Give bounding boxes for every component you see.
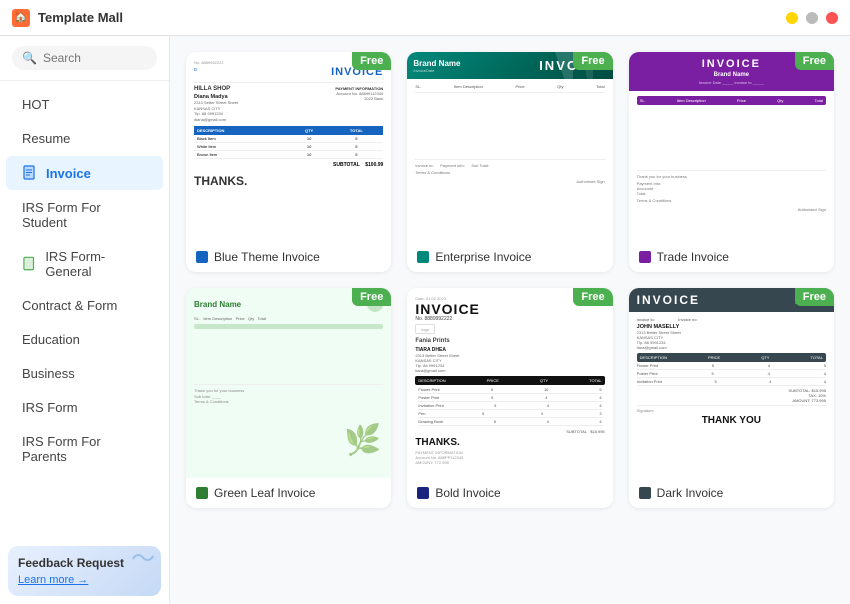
- irs-general-label: IRS Form-General: [45, 249, 147, 279]
- sidebar-item-business[interactable]: Business: [6, 357, 163, 390]
- template-footer-dark: Dark Invoice: [629, 478, 834, 508]
- template-card-trade[interactable]: INVOICE Brand Name Invoice Date _____ In…: [629, 52, 834, 272]
- sidebar-item-contract[interactable]: Contract & Form: [6, 289, 163, 322]
- trade-template-name: Trade Invoice: [657, 250, 729, 264]
- template-footer-bold: Bold Invoice: [407, 478, 612, 508]
- irs-general-icon: [22, 256, 37, 272]
- feedback-swirl: 〜: [131, 546, 155, 574]
- education-label: Education: [22, 332, 80, 347]
- trade-type-icon: [639, 251, 651, 263]
- app-title: Template Mall: [38, 10, 123, 25]
- app-icon: 🏠: [12, 9, 30, 27]
- free-badge-leaf: Free: [352, 288, 391, 306]
- bold-template-name: Bold Invoice: [435, 486, 500, 500]
- business-label: Business: [22, 366, 75, 381]
- title-bar-left: 🏠 Template Mall: [12, 9, 123, 27]
- dark-type-icon: [639, 487, 651, 499]
- search-input[interactable]: [43, 51, 147, 65]
- search-wrap[interactable]: 🔍: [12, 46, 157, 70]
- sidebar-item-irs-parents[interactable]: IRS Form For Parents: [6, 425, 163, 473]
- content-area: No. 8889992222 D Free INVOICE HILLA S: [170, 36, 850, 604]
- blue-invoice-preview: No. 8889992222 D Free INVOICE HILLA S: [186, 52, 391, 242]
- contract-label: Contract & Form: [22, 298, 117, 313]
- free-badge-blue: Free: [352, 52, 391, 70]
- template-card-dark[interactable]: INVOICE Date: 10/01/9999Date: 10/01/9999…: [629, 288, 834, 508]
- template-preview-bold: Date: 01.02.2023 INVOICE No. 8889992222 …: [407, 288, 612, 478]
- irs-student-label: IRS Form For Student: [22, 200, 147, 230]
- dark-template-name: Dark Invoice: [657, 486, 724, 500]
- template-footer-leaf: Green Leaf Invoice: [186, 478, 391, 508]
- leaf-type-icon: [196, 487, 208, 499]
- feedback-banner: Feedback Request Learn more → 〜: [8, 546, 161, 596]
- template-preview-dark: INVOICE Date: 10/01/9999Date: 10/01/9999…: [629, 288, 834, 478]
- feedback-link[interactable]: Learn more →: [18, 574, 151, 586]
- template-preview-blue: No. 8889992222 D Free INVOICE HILLA S: [186, 52, 391, 242]
- sidebar-item-irs-general[interactable]: IRS Form-General: [6, 240, 163, 288]
- title-bar: 🏠 Template Mall: [0, 0, 850, 36]
- template-grid: No. 8889992222 D Free INVOICE HILLA S: [186, 52, 834, 508]
- minimize-button[interactable]: [786, 12, 798, 24]
- bold-preview: Date: 01.02.2023 INVOICE No. 8889992222 …: [407, 288, 612, 478]
- search-icon: 🔍: [22, 51, 37, 65]
- leaf-preview: Brand Name SL. Item Description Price Qt…: [186, 288, 391, 478]
- template-footer-blue: Blue Theme Invoice: [186, 242, 391, 272]
- title-bar-controls: [786, 12, 838, 24]
- template-preview-leaf: Brand Name SL. Item Description Price Qt…: [186, 288, 391, 478]
- feedback-link-text: Learn more →: [18, 574, 88, 586]
- bold-type-icon: [417, 487, 429, 499]
- template-card-blue[interactable]: No. 8889992222 D Free INVOICE HILLA S: [186, 52, 391, 272]
- irs-parents-label: IRS Form For Parents: [22, 434, 147, 464]
- sidebar-item-irs-student[interactable]: IRS Form For Student: [6, 191, 163, 239]
- trade-preview: INVOICE Brand Name Invoice Date _____ In…: [629, 52, 834, 242]
- resume-label: Resume: [22, 131, 70, 146]
- sidebar-item-education[interactable]: Education: [6, 323, 163, 356]
- free-badge-trade: Free: [795, 52, 834, 70]
- enterprise-preview: Brand Name InvoiceDate INVOICE SL.It: [407, 52, 612, 242]
- enterprise-template-name: Enterprise Invoice: [435, 250, 531, 264]
- sidebar-item-invoice[interactable]: Invoice: [6, 156, 163, 190]
- template-card-enterprise[interactable]: Brand Name InvoiceDate INVOICE SL.It: [407, 52, 612, 272]
- template-preview-enterprise: Brand Name InvoiceDate INVOICE SL.It: [407, 52, 612, 242]
- sidebar-item-resume[interactable]: Resume: [6, 122, 163, 155]
- enterprise-type-icon: [417, 251, 429, 263]
- irs-form-label: IRS Form: [22, 400, 78, 415]
- blue-template-name: Blue Theme Invoice: [214, 250, 320, 264]
- invoice-icon: [22, 165, 38, 181]
- free-badge-dark: Free: [795, 288, 834, 306]
- sidebar-item-irs-form[interactable]: IRS Form: [6, 391, 163, 424]
- nav-list: HOT Resume Invoice IRS Form For Student: [0, 81, 169, 480]
- template-card-bold[interactable]: Date: 01.02.2023 INVOICE No. 8889992222 …: [407, 288, 612, 508]
- sidebar: 🔍 HOT Resume Invoice: [0, 36, 170, 604]
- dark-preview: INVOICE Date: 10/01/9999Date: 10/01/9999…: [629, 288, 834, 478]
- main-content: 🔍 HOT Resume Invoice: [0, 36, 850, 604]
- leaf-template-name: Green Leaf Invoice: [214, 486, 315, 500]
- template-card-leaf[interactable]: Brand Name SL. Item Description Price Qt…: [186, 288, 391, 508]
- close-button[interactable]: [826, 12, 838, 24]
- free-badge-bold: Free: [573, 288, 612, 306]
- hot-label: HOT: [22, 97, 49, 112]
- free-badge-enterprise: Free: [573, 52, 612, 70]
- sidebar-item-hot[interactable]: HOT: [6, 88, 163, 121]
- search-bar: 🔍: [0, 36, 169, 81]
- template-footer-enterprise: Enterprise Invoice: [407, 242, 612, 272]
- maximize-button[interactable]: [806, 12, 818, 24]
- template-preview-trade: INVOICE Brand Name Invoice Date _____ In…: [629, 52, 834, 242]
- template-footer-trade: Trade Invoice: [629, 242, 834, 272]
- invoice-label: Invoice: [46, 166, 91, 181]
- blue-type-icon: [196, 251, 208, 263]
